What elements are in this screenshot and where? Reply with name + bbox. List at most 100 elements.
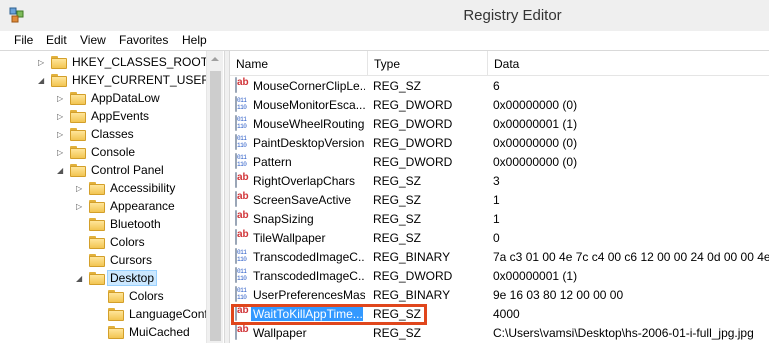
value-row[interactable]: ab ScreenSaveActive REG_SZ 1 (230, 191, 769, 210)
menu-favorites[interactable]: Favorites (119, 33, 168, 47)
string-value-icon: ab (235, 229, 249, 245)
tree-item[interactable]: ▷ AppEvents (0, 108, 224, 126)
expand-arrow-icon[interactable]: ▷ (57, 130, 66, 139)
column-header-type[interactable]: Type (368, 51, 487, 76)
value-row[interactable]: ab Wallpaper REG_SZ C:\Users\vamsi\Desktop\… (230, 324, 769, 343)
value-type: REG_DWORD (373, 98, 453, 112)
value-type: REG_SZ (373, 212, 422, 226)
value-name: UserPreferencesMask (253, 288, 365, 302)
expand-arrow-icon[interactable]: ▷ (57, 112, 66, 121)
tree-item-label: Control Panel (91, 163, 164, 177)
value-data: 3 (493, 174, 500, 188)
folder-icon (70, 92, 86, 105)
value-row[interactable]: 011110 TranscodedImageC... REG_BINARY 7a c3… (230, 248, 769, 267)
expand-arrow-icon[interactable]: ▷ (57, 94, 66, 103)
registry-tree[interactable]: ▷ HKEY_CLASSES_ROOT ◢ HKEY_CURRENT_USER ▷ App… (0, 51, 224, 343)
value-type: REG_SZ (373, 79, 422, 93)
value-row[interactable]: ab SnapSizing REG_SZ 1 (230, 210, 769, 229)
value-data: 6 (493, 79, 500, 93)
expand-arrow-icon[interactable]: ▷ (76, 184, 85, 193)
value-type: REG_DWORD (373, 117, 453, 131)
collapse-arrow-icon[interactable]: ◢ (57, 166, 66, 175)
value-type: REG_SZ (373, 326, 422, 340)
folder-icon (51, 74, 67, 87)
tree-item[interactable]: ◢ HKEY_CURRENT_USER (0, 72, 224, 90)
value-row[interactable]: 011110 MouseWheelRouting REG_DWORD 0x000000… (230, 115, 769, 134)
value-type: REG_SZ (373, 231, 422, 245)
tree-item[interactable]: ◢ Desktop (0, 270, 224, 288)
scrollbar-thumb[interactable] (210, 71, 221, 341)
tree-item[interactable]: MuiCached (0, 324, 224, 342)
tree-item-label: Console (91, 145, 136, 159)
expand-arrow-icon[interactable]: ▷ (38, 58, 47, 67)
string-value-icon: ab (235, 191, 249, 207)
tree-item[interactable]: Colors (0, 234, 224, 252)
tree-vertical-scrollbar[interactable] (206, 51, 223, 343)
tree-item[interactable]: ▷ Appearance (0, 198, 224, 216)
folder-icon (108, 308, 124, 321)
value-row[interactable]: ab TileWallpaper REG_SZ 0 (230, 229, 769, 248)
value-name: Wallpaper (253, 326, 307, 340)
value-data: 4000 (493, 307, 520, 321)
value-name: MouseCornerClipLe... (253, 79, 365, 93)
tree-item-label: AppDataLow (91, 91, 160, 105)
value-row[interactable]: 011110 TranscodedImageC... REG_DWORD 0x0000… (230, 267, 769, 286)
tree-item-label: AppEvents (91, 109, 150, 123)
value-type: REG_DWORD (373, 136, 453, 150)
value-name: MouseWheelRouting (253, 117, 365, 131)
menu-file[interactable]: File (14, 33, 33, 47)
binary-value-icon: 011110 (235, 96, 247, 112)
value-type: REG_BINARY (373, 250, 451, 264)
tree-item[interactable]: ▷ HKEY_CLASSES_ROOT (0, 54, 224, 72)
menu-view[interactable]: View (80, 33, 106, 47)
tree-item[interactable]: LanguageConf (0, 306, 224, 324)
tree-item[interactable]: ▷ Classes (0, 126, 224, 144)
value-name: RightOverlapChars (253, 174, 356, 188)
menu-bar: File Edit View Favorites Help (0, 31, 769, 51)
tree-item-label: Desktop (106, 270, 158, 286)
tree-item[interactable]: ▷ Console (0, 144, 224, 162)
value-name: MouseMonitorEsca... (253, 98, 365, 112)
column-header-name[interactable]: Name (230, 51, 367, 76)
folder-icon (70, 146, 86, 159)
folder-icon (108, 290, 124, 303)
folder-icon (89, 272, 105, 285)
expand-arrow-icon[interactable]: ▷ (76, 202, 85, 211)
tree-item[interactable]: Bluetooth (0, 216, 224, 234)
expand-arrow-icon[interactable]: ▷ (57, 148, 66, 157)
string-value-icon: ab (235, 210, 249, 226)
menu-edit[interactable]: Edit (46, 33, 67, 47)
tree-item[interactable]: ◢ Control Panel (0, 162, 224, 180)
value-name: TileWallpaper (253, 231, 326, 245)
value-data: 9e 16 03 80 12 00 00 00 (493, 288, 624, 302)
value-row[interactable]: 011110 MouseMonitorEsca... REG_DWORD 0x0000… (230, 96, 769, 115)
value-row[interactable]: ab MouseCornerClipLe... REG_SZ 6 (230, 77, 769, 96)
highlight-annotation-box (231, 304, 427, 325)
value-type: REG_SZ (373, 193, 422, 207)
string-value-icon: ab (235, 77, 249, 93)
collapse-arrow-icon[interactable]: ◢ (76, 274, 85, 283)
window-title: Registry Editor (463, 7, 562, 24)
scroll-up-arrow-icon[interactable] (211, 57, 219, 61)
tree-item-label: HKEY_CURRENT_USER (72, 73, 211, 87)
title-bar: Registry Editor (0, 0, 769, 31)
collapse-arrow-icon[interactable]: ◢ (38, 76, 47, 85)
value-row[interactable]: 011110 UserPreferencesMask REG_BINARY 9e 16… (230, 286, 769, 305)
value-data: 0x00000001 (1) (493, 269, 578, 283)
value-data: 1 (493, 212, 500, 226)
column-header-data[interactable]: Data (488, 51, 769, 76)
tree-item-label: Bluetooth (110, 217, 161, 231)
tree-item[interactable]: Colors (0, 288, 224, 306)
tree-item[interactable]: ▷ AppDataLow (0, 90, 224, 108)
value-row[interactable]: 011110 PaintDesktopVersion REG_DWORD 0x0000… (230, 134, 769, 153)
binary-value-icon: 011110 (235, 248, 247, 264)
tree-item[interactable]: Cursors (0, 252, 224, 270)
folder-icon (89, 254, 105, 267)
tree-item-label: Cursors (110, 253, 153, 267)
tree-item-label: Colors (110, 235, 145, 249)
tree-item[interactable]: ▷ Accessibility (0, 180, 224, 198)
menu-help[interactable]: Help (182, 33, 207, 47)
value-row[interactable]: 011110 Pattern REG_DWORD 0x00000000 (0) (230, 153, 769, 172)
value-row[interactable]: ab RightOverlapChars REG_SZ 3 (230, 172, 769, 191)
tree-item-label: MuiCached (129, 325, 190, 339)
